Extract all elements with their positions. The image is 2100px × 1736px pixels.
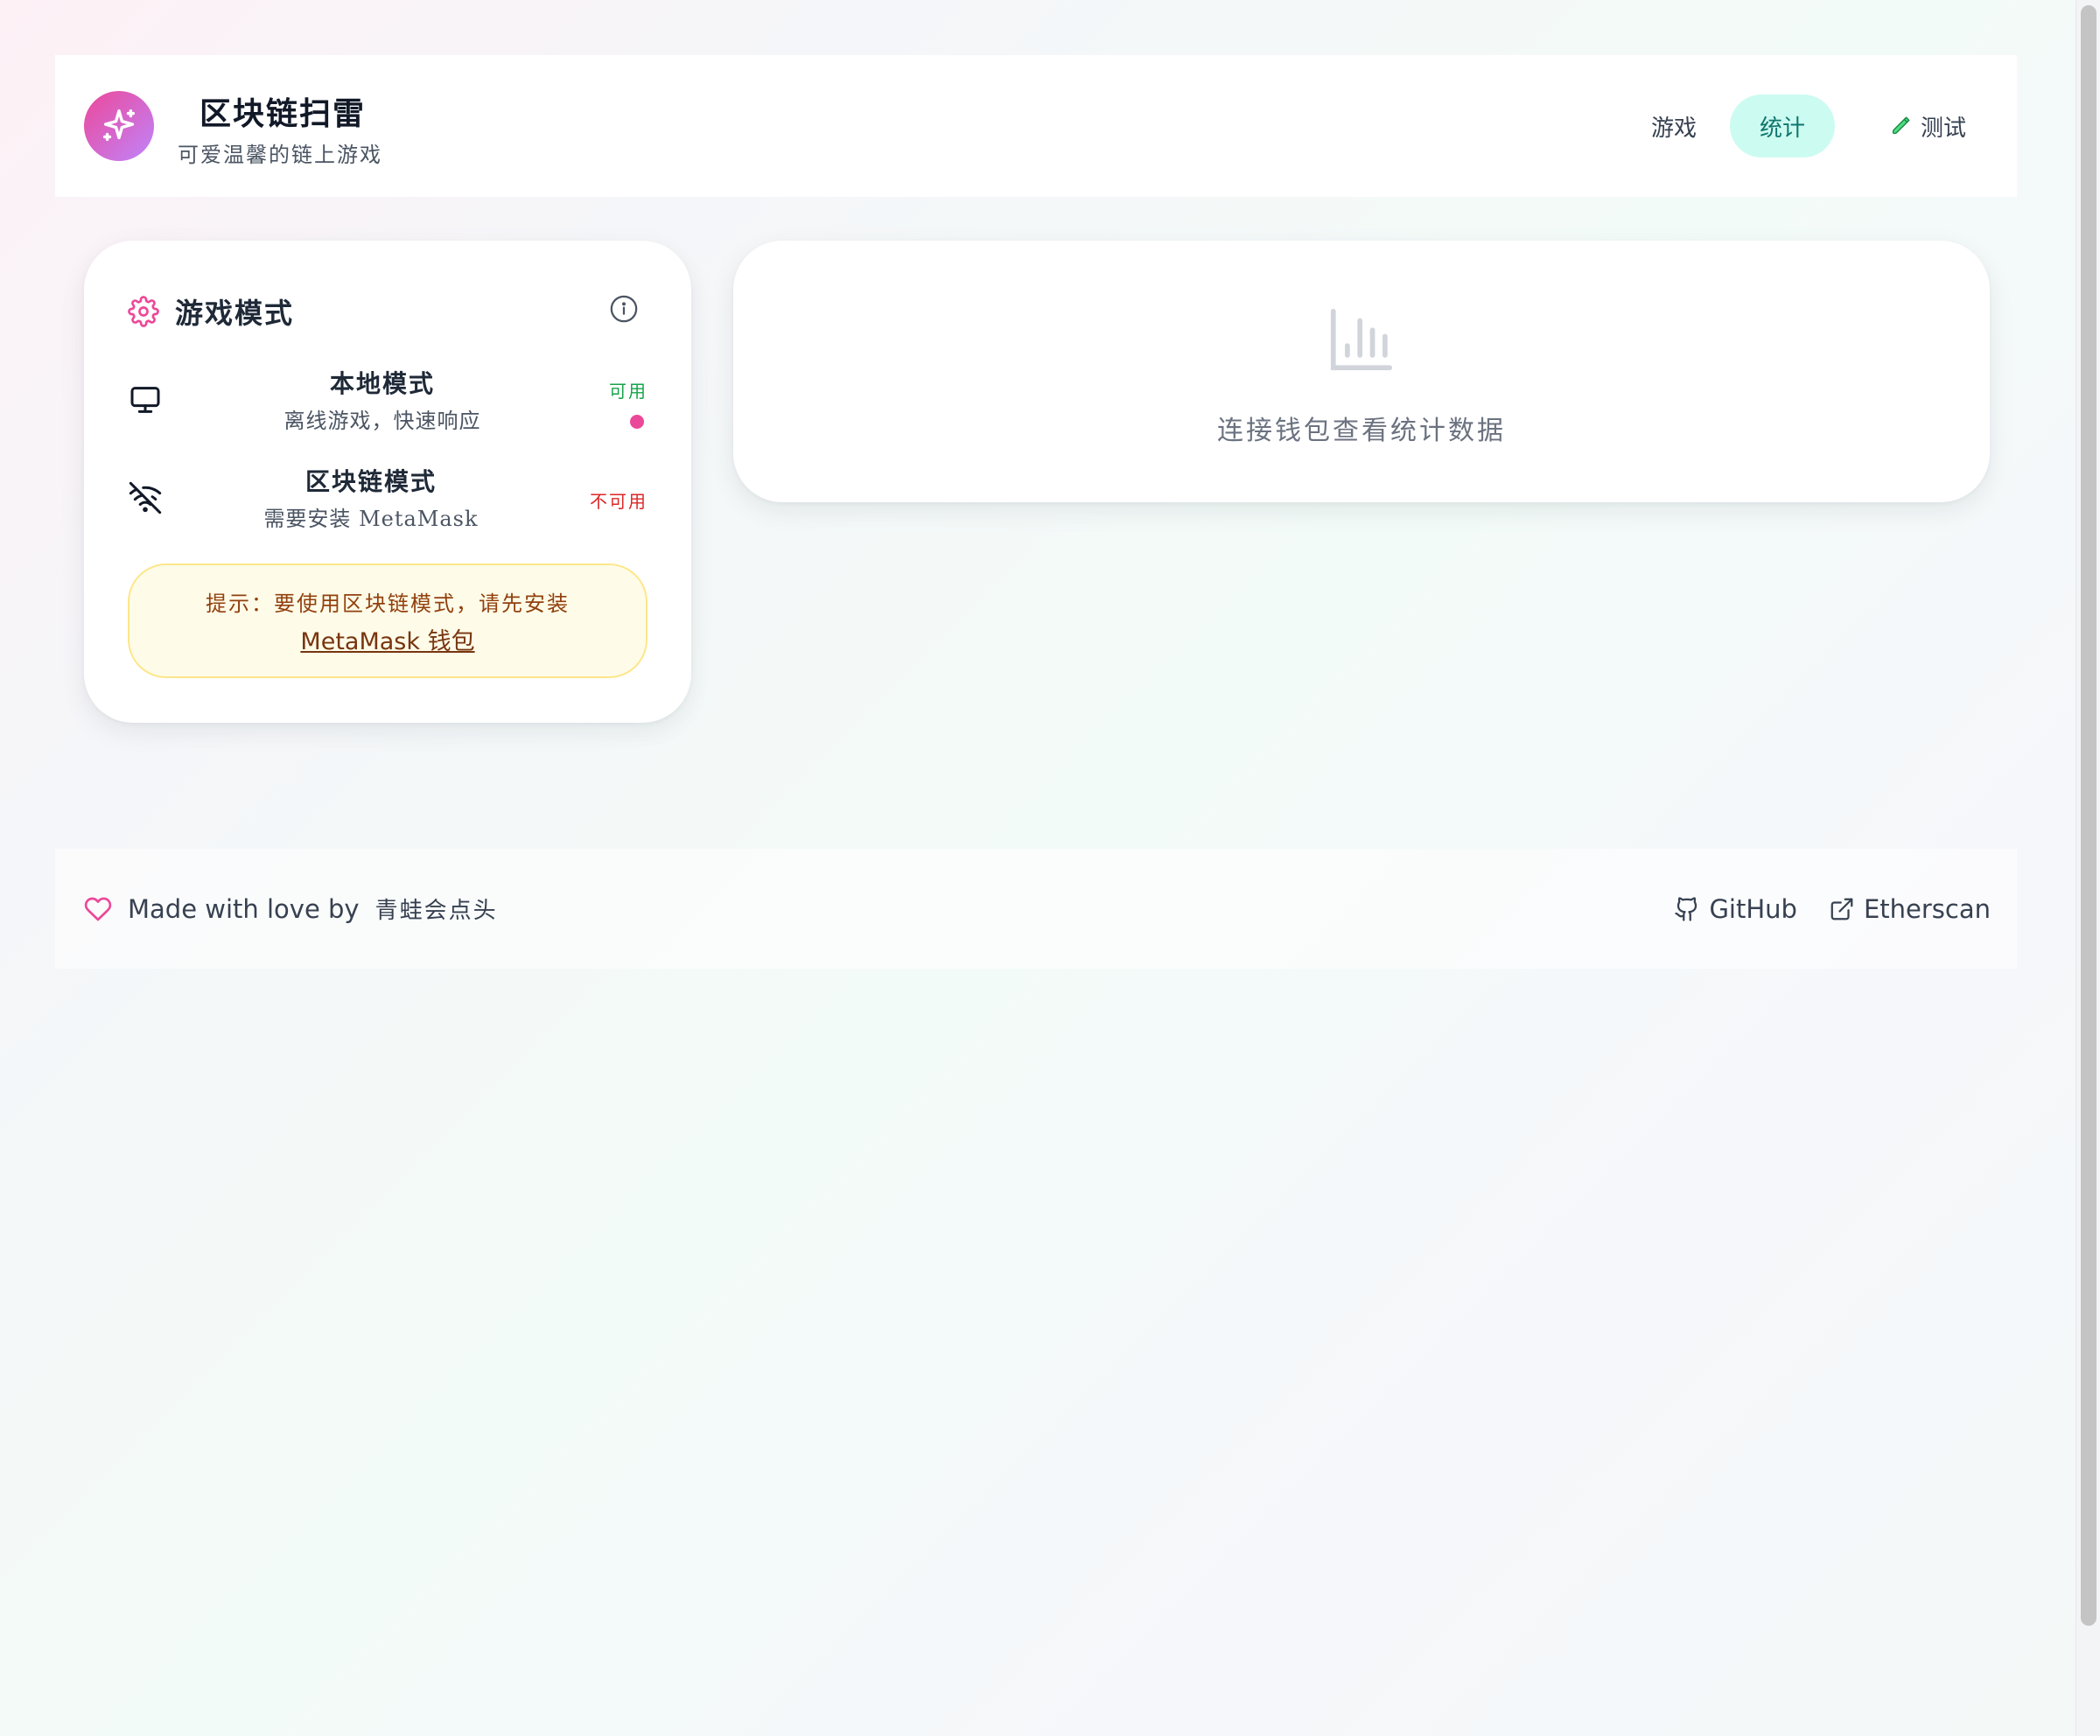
etherscan-link-label: Etherscan bbox=[1863, 893, 1991, 924]
connect-wallet-message: 连接钱包查看统计数据 bbox=[1217, 416, 1506, 446]
metamask-install-link[interactable]: MetaMask 钱包 bbox=[300, 622, 474, 656]
author-name: 青蛙会点头 bbox=[374, 898, 498, 924]
scrollbar-thumb[interactable] bbox=[2081, 5, 2096, 1626]
game-mode-header: 游戏模式 bbox=[128, 291, 294, 332]
github-icon bbox=[1675, 896, 1698, 921]
mode-name-local: 本地模式 bbox=[329, 369, 435, 398]
app-title: 区块链扫雷 bbox=[200, 95, 367, 132]
app-header: 区块链扫雷 可爱温馨的链上游戏 游戏 统计 测试 bbox=[55, 55, 2017, 197]
github-link-label: GitHub bbox=[1709, 893, 1797, 924]
mode-status-local: 可用 bbox=[609, 381, 648, 402]
mode-desc-local: 离线游戏，快速响应 bbox=[284, 409, 481, 433]
app-logo bbox=[84, 91, 154, 161]
external-link-icon bbox=[1830, 898, 1853, 920]
made-with-text: Made with love by bbox=[128, 893, 360, 924]
etherscan-link[interactable]: Etherscan bbox=[1829, 894, 1991, 924]
info-icon[interactable] bbox=[609, 294, 639, 324]
bar-chart-icon bbox=[1330, 308, 1393, 371]
metamask-tip: 提示：要使用区块链模式，请先安装 MetaMask 钱包 bbox=[128, 564, 648, 678]
nav-tab-test-label: 测试 bbox=[1920, 115, 1966, 142]
app-subtitle: 可爱温馨的链上游戏 bbox=[178, 143, 382, 167]
monitor-icon bbox=[130, 387, 160, 413]
mode-option-blockchain[interactable]: 区块链模式 需要安装 MetaMask 不可用 bbox=[128, 461, 648, 540]
mode-desc-blockchain: 需要安装 MetaMask bbox=[263, 507, 479, 531]
nav-tab-stats[interactable]: 统计 bbox=[1730, 94, 1835, 158]
app-footer: Made with love by 青蛙会点头 GitHub Etherscan bbox=[55, 849, 2017, 969]
mode-status-blockchain: 不可用 bbox=[590, 491, 648, 512]
stats-card: 连接钱包查看统计数据 bbox=[733, 241, 1990, 502]
game-mode-card: 游戏模式 本地模式 离线游戏，快速响应 可用 区块链模式 需要安装 MetaMa… bbox=[84, 241, 691, 723]
vertical-scrollbar[interactable] bbox=[2076, 0, 2100, 1736]
mode-option-local[interactable]: 本地模式 离线游戏，快速响应 可用 bbox=[128, 363, 648, 442]
tip-text: 提示：要使用区块链模式，请先安装 bbox=[206, 591, 570, 616]
sparkle-icon bbox=[102, 109, 136, 142]
gear-icon bbox=[128, 296, 159, 327]
game-mode-title: 游戏模式 bbox=[175, 297, 295, 330]
nav-tab-stats-label: 统计 bbox=[1759, 115, 1805, 142]
mode-name-blockchain: 区块链模式 bbox=[304, 467, 437, 496]
selected-indicator-dot bbox=[630, 415, 644, 429]
wifi-off-icon bbox=[129, 481, 162, 514]
footer-credit: Made with love by 青蛙会点头 bbox=[84, 849, 498, 969]
nav-tab-test[interactable]: 测试 bbox=[1866, 94, 1989, 158]
github-link[interactable]: GitHub bbox=[1674, 894, 1797, 924]
nav-tab-game-label: 游戏 bbox=[1650, 115, 1697, 142]
nav-tab-game[interactable]: 游戏 bbox=[1639, 94, 1709, 158]
footer-links: GitHub Etherscan bbox=[1674, 849, 1991, 969]
test-tube-icon bbox=[1892, 116, 1910, 135]
heart-icon bbox=[84, 897, 112, 920]
